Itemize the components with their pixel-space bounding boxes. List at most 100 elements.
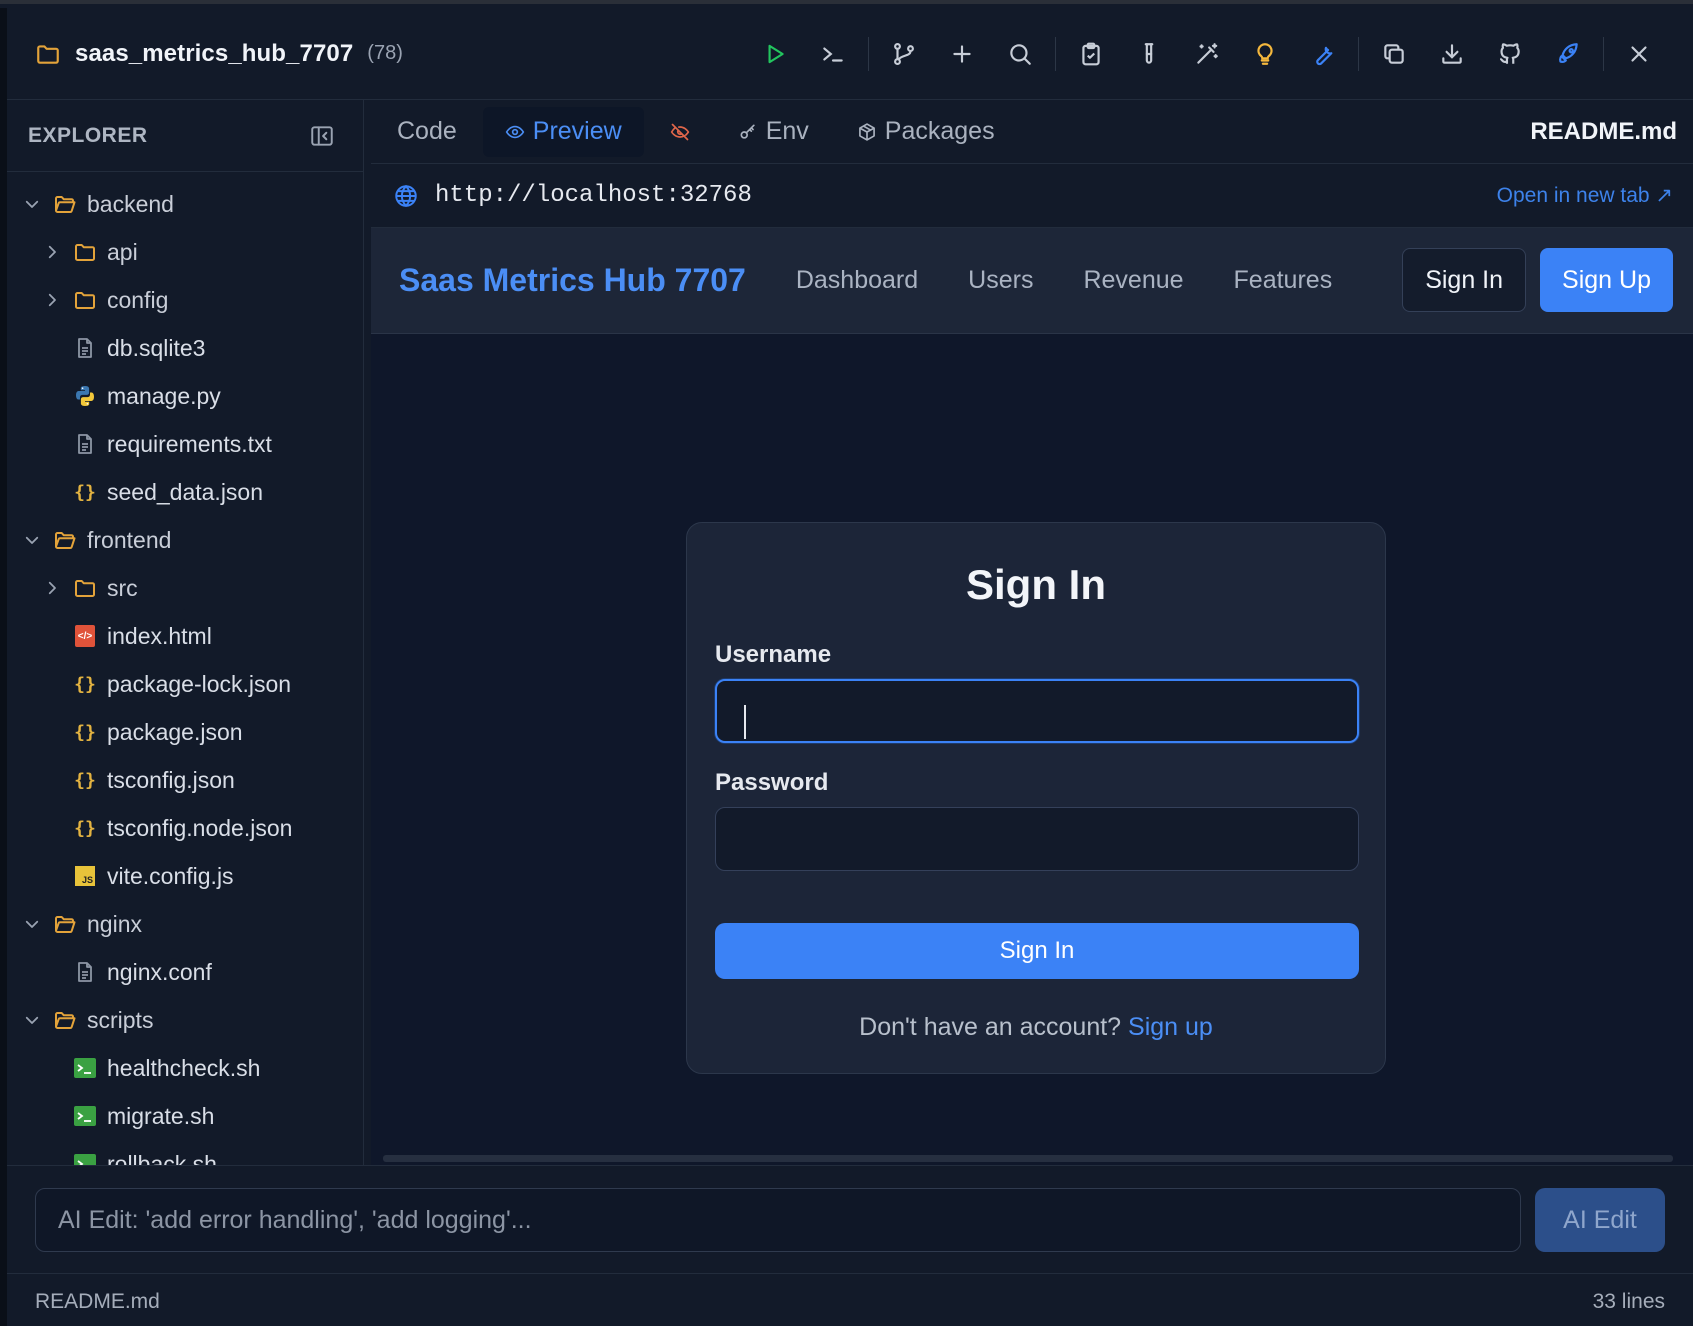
- tab-packages[interactable]: Packages: [835, 107, 1017, 157]
- tab-readme[interactable]: README.md: [1530, 100, 1677, 164]
- tab-code[interactable]: Code: [375, 107, 479, 157]
- text-caret: [744, 705, 746, 739]
- tree-file[interactable]: healthcheck.sh: [7, 1044, 363, 1092]
- tab-code-label: Code: [397, 117, 457, 145]
- sign-in-title: Sign In: [966, 561, 1106, 608]
- ai-edit-button[interactable]: AI Edit: [1535, 1188, 1665, 1252]
- username-input[interactable]: [715, 679, 1359, 743]
- site-navbar: Saas Metrics Hub 7707 Dashboard Users Re…: [371, 228, 1693, 334]
- magic-wand-icon[interactable]: [1187, 34, 1227, 74]
- tree-item-label: tsconfig.json: [107, 766, 235, 793]
- tree-file[interactable]: {} tsconfig.node.json: [7, 804, 363, 852]
- copy-icon[interactable]: [1374, 34, 1414, 74]
- github-icon[interactable]: [1490, 34, 1530, 74]
- tree-file[interactable]: nginx.conf: [7, 948, 363, 996]
- preview-url[interactable]: http://localhost:32768: [435, 182, 752, 209]
- clipboard-check-icon[interactable]: [1071, 34, 1111, 74]
- tree-file[interactable]: manage.py: [7, 372, 363, 420]
- tree-item-label: vite.config.js: [107, 862, 234, 889]
- chevron-down-icon: [23, 195, 53, 213]
- tree-file[interactable]: rollback.sh: [7, 1140, 363, 1165]
- tree-file[interactable]: {} package-lock.json: [7, 660, 363, 708]
- folder-open-icon: [53, 192, 77, 216]
- tab-preview[interactable]: Preview: [482, 106, 644, 157]
- folder-open-icon: [53, 1008, 77, 1032]
- git-branch-icon[interactable]: [884, 34, 924, 74]
- lightbulb-icon[interactable]: [1245, 34, 1285, 74]
- nav-link-revenue[interactable]: Revenue: [1083, 266, 1183, 295]
- json-icon: {}: [74, 673, 96, 695]
- tree-file[interactable]: </> index.html: [7, 612, 363, 660]
- explorer-header: EXPLORER: [7, 100, 363, 172]
- chevron-down-icon: [23, 1011, 53, 1029]
- ai-edit-bar: AI Edit: [7, 1165, 1693, 1273]
- username-label: Username: [715, 641, 832, 668]
- tree-folder[interactable]: config: [7, 276, 363, 324]
- close-icon[interactable]: [1619, 34, 1659, 74]
- tree-folder[interactable]: nginx: [7, 900, 363, 948]
- terminal-icon[interactable]: [813, 34, 853, 74]
- nav-link-dashboard[interactable]: Dashboard: [796, 266, 918, 295]
- editor-tabs: Code Preview Env Packages README.md: [371, 100, 1693, 164]
- tree-item-label: requirements.txt: [107, 430, 272, 457]
- nav-sign-in-button[interactable]: Sign In: [1402, 248, 1527, 312]
- shell-script-icon: [73, 1104, 97, 1128]
- horizontal-scrollbar[interactable]: [383, 1155, 1673, 1162]
- package-icon: [858, 122, 875, 141]
- shell-script-icon: [73, 1056, 97, 1080]
- open-in-new-tab-link[interactable]: Open in new tab ↗: [1497, 183, 1673, 208]
- folder-open-icon: [53, 912, 77, 936]
- tree-file[interactable]: requirements.txt: [7, 420, 363, 468]
- tree-file[interactable]: JS vite.config.js: [7, 852, 363, 900]
- run-icon[interactable]: [755, 34, 795, 74]
- nav-link-features[interactable]: Features: [1234, 266, 1333, 295]
- folder-icon: [73, 240, 97, 264]
- chevron-right-icon: [43, 291, 73, 309]
- ai-edit-input[interactable]: [35, 1188, 1521, 1252]
- collapse-sidebar-icon[interactable]: [309, 123, 335, 149]
- site-brand[interactable]: Saas Metrics Hub 7707: [399, 262, 746, 299]
- nav-link-users[interactable]: Users: [968, 266, 1033, 295]
- tree-folder[interactable]: api: [7, 228, 363, 276]
- test-tube-icon[interactable]: [1129, 34, 1169, 74]
- tree-folder[interactable]: frontend: [7, 516, 363, 564]
- chevron-down-icon: [23, 531, 53, 549]
- nav-sign-up-button[interactable]: Sign Up: [1540, 248, 1673, 312]
- folder-open-icon: [53, 528, 77, 552]
- toggle-visibility-button[interactable]: [648, 107, 712, 157]
- signup-prompt: Don't have an account? Sign up: [687, 1013, 1385, 1042]
- tree-folder[interactable]: scripts: [7, 996, 363, 1044]
- chevron-right-icon: [43, 579, 73, 597]
- sign-up-link[interactable]: Sign up: [1128, 1013, 1213, 1041]
- tree-file[interactable]: db.sqlite3: [7, 324, 363, 372]
- search-icon[interactable]: [1000, 34, 1040, 74]
- folder-icon: [37, 44, 59, 64]
- tree-file[interactable]: {} seed_data.json: [7, 468, 363, 516]
- window-edge: [0, 8, 7, 1326]
- rocket-icon[interactable]: [1548, 34, 1588, 74]
- tree-item-label: scripts: [87, 1006, 154, 1033]
- site-nav-links: Dashboard Users Revenue Features: [796, 266, 1382, 295]
- json-icon: {}: [74, 481, 96, 503]
- download-icon[interactable]: [1432, 34, 1472, 74]
- status-line-count: 33 lines: [1592, 1290, 1665, 1313]
- no-account-text: Don't have an account?: [859, 1013, 1122, 1041]
- password-input[interactable]: [715, 807, 1359, 871]
- tree-file[interactable]: {} package.json: [7, 708, 363, 756]
- sign-in-submit-button[interactable]: Sign In: [715, 923, 1359, 979]
- tree-item-label: api: [107, 238, 138, 265]
- document-icon: [73, 960, 97, 984]
- tree-item-label: seed_data.json: [107, 478, 264, 505]
- tab-env[interactable]: Env: [716, 107, 831, 157]
- explorer-title: EXPLORER: [28, 123, 148, 147]
- shell-script-icon: [73, 1152, 97, 1165]
- project-header[interactable]: saas_metrics_hub_7707 (78): [35, 40, 403, 68]
- tree-file[interactable]: {} tsconfig.json: [7, 756, 363, 804]
- tree-folder[interactable]: backend: [7, 180, 363, 228]
- tree-folder[interactable]: src: [7, 564, 363, 612]
- tree-file[interactable]: migrate.sh: [7, 1092, 363, 1140]
- wrench-icon[interactable]: [1303, 34, 1343, 74]
- python-icon: [73, 384, 97, 408]
- tree-item-label: src: [107, 574, 138, 601]
- plus-icon[interactable]: [942, 34, 982, 74]
